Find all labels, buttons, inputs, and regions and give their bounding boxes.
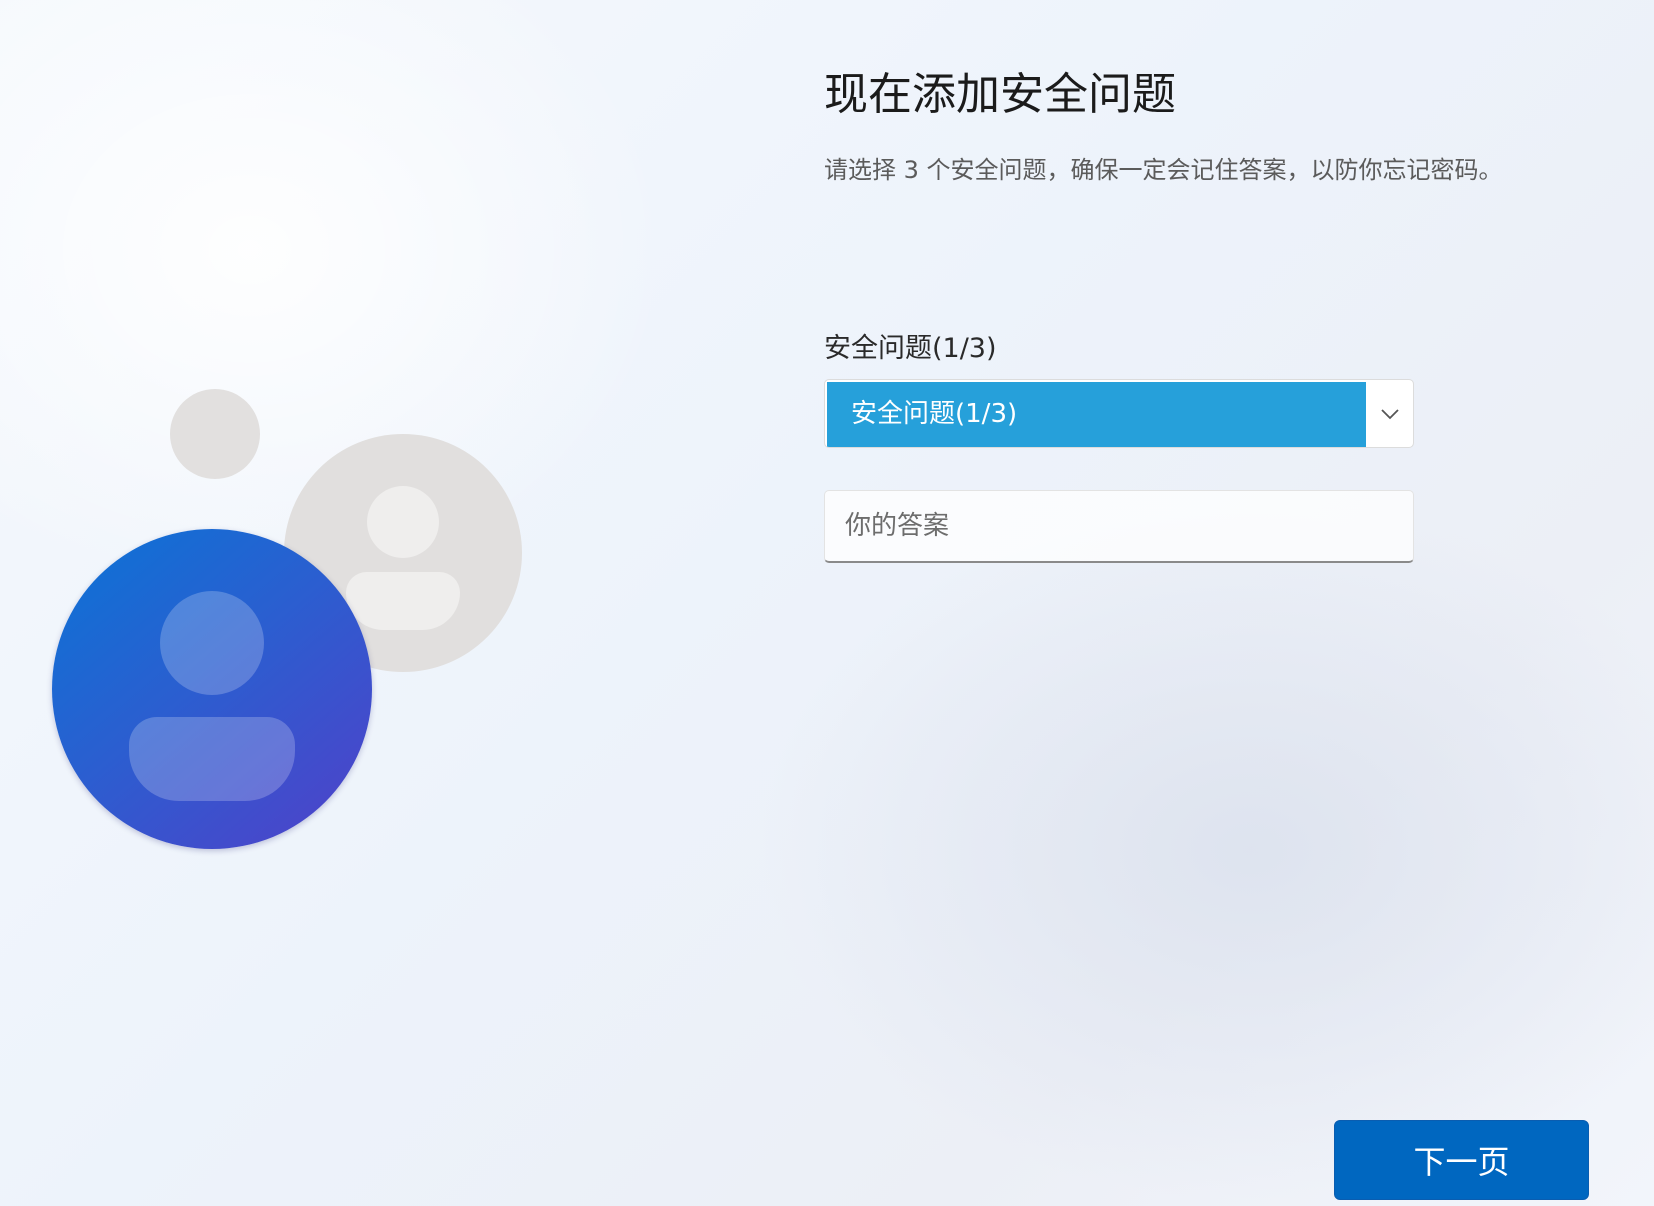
dropdown-selected-value: 安全问题(1/3) — [827, 382, 1366, 447]
answer-input[interactable] — [824, 490, 1414, 563]
users-illustration — [0, 0, 600, 1206]
page-title: 现在添加安全问题 — [824, 69, 1176, 120]
page-description: 请选择 3 个安全问题，确保一定会记住答案，以防你忘记密码。 — [824, 156, 1503, 184]
avatar-head — [367, 486, 439, 558]
avatar-body — [129, 717, 295, 801]
security-question-dropdown[interactable]: 安全问题(1/3) — [824, 379, 1414, 448]
chevron-down-icon[interactable] — [1366, 380, 1413, 447]
avatar-body — [346, 572, 460, 630]
question-label: 安全问题(1/3) — [824, 333, 997, 364]
avatar-head — [160, 591, 264, 695]
decorative-dot — [170, 389, 260, 479]
next-button[interactable]: 下一页 — [1334, 1120, 1589, 1200]
primary-user-avatar-icon — [52, 529, 372, 849]
